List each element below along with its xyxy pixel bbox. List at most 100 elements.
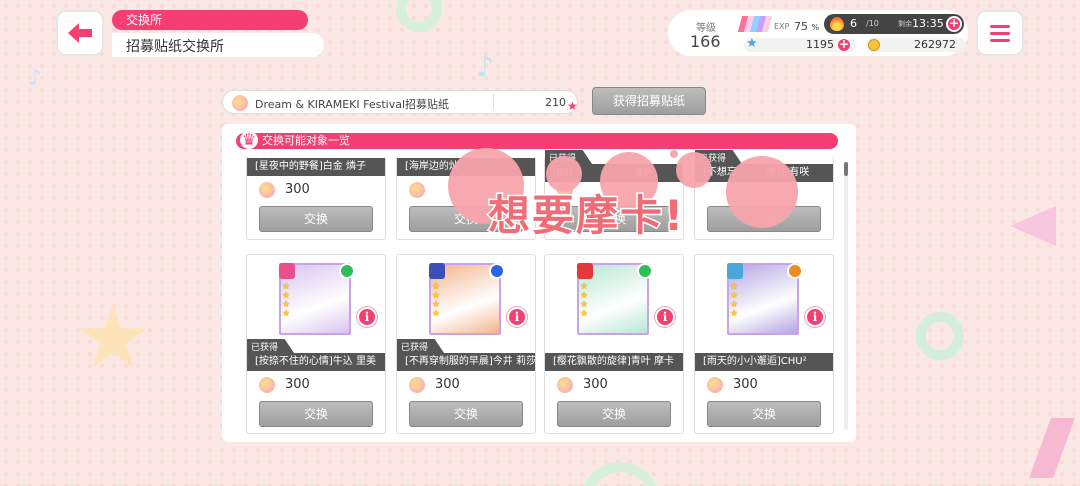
- card-name: [星夜中的野餐]白金 燐子: [247, 158, 385, 176]
- stamina-bar: 6 /10 剩余 13:35: [824, 14, 964, 34]
- stamina-timer: 13:35: [912, 17, 944, 30]
- info-icon[interactable]: i: [805, 307, 825, 327]
- star-gem-icon: ★: [746, 36, 758, 51]
- back-button[interactable]: [56, 10, 104, 56]
- list-header-label: 交换可能对象一览: [262, 134, 350, 147]
- deco-music-note: ♪: [28, 66, 43, 91]
- title-block: 交换所 招募贴纸交换所: [112, 10, 324, 57]
- attribute-icon: [787, 263, 803, 279]
- band-icon: [727, 263, 743, 279]
- band-icon: [279, 263, 295, 279]
- info-icon[interactable]: i: [655, 307, 675, 327]
- crown-icon: ♛: [240, 130, 258, 149]
- coin-counter: 262972: [866, 38, 966, 52]
- add-gems-button[interactable]: +: [836, 37, 852, 53]
- card-name: [我们 香澄: [545, 164, 683, 182]
- owned-badge: 已获得: [397, 339, 445, 353]
- card-art[interactable]: ★ ★ ★ ★: [429, 263, 505, 335]
- exchange-card[interactable]: ★ ★ ★ ★ i [樱花飘散的旋律]青叶 摩卡 300 交换: [544, 254, 684, 434]
- deco-ring: [916, 312, 964, 360]
- get-stickers-button[interactable]: 获得招募贴纸: [592, 87, 706, 115]
- player-status-panel: 等级 166 EXP 75 % 6 /10 剩余 13:35 + ★ 1195 …: [668, 10, 968, 56]
- coin-count: 262972: [914, 38, 956, 51]
- card-name: [不想忘 市谷 有咲: [695, 164, 833, 182]
- card-cost: 300: [409, 377, 460, 393]
- coin-icon: [868, 39, 880, 51]
- divider: [493, 94, 494, 110]
- card-art[interactable]: ★ ★ ★ ★: [577, 263, 653, 335]
- card-name: [雨天的小小邂逅]CHU²: [695, 353, 833, 371]
- scrollbar[interactable]: [844, 162, 848, 430]
- sticker-ticket-icon: [557, 182, 573, 198]
- exchange-button[interactable]: 交换: [409, 401, 523, 427]
- exchange-card[interactable]: 已获得 [不想忘 市谷 有咲 交换: [694, 150, 834, 240]
- exchange-card[interactable]: ★ ★ ★ ★ i 已获得 [不再穿制服的早晨]今井 莉莎 300 交换: [396, 254, 536, 434]
- remaining-label: 剩余: [898, 20, 912, 28]
- card-name: [不再穿制服的早晨]今井 莉莎: [397, 353, 535, 371]
- owned-badge: 已获得: [695, 150, 743, 164]
- card-art[interactable]: ★ ★ ★ ★: [727, 263, 803, 335]
- exchange-card[interactable]: ★ ★ ★ ★ i 已获得 [按捺不住的心情]牛込 里美 300 交换: [246, 254, 386, 434]
- exchange-button[interactable]: 交换: [259, 206, 373, 232]
- exchange-list-panel: ♛ 交换可能对象一览 [星夜中的野餐]白金 燐子 300 交换 [海岸边的灿 交…: [222, 124, 856, 442]
- attribute-icon: [339, 263, 355, 279]
- add-stamina-button[interactable]: +: [946, 16, 962, 32]
- card-cost: 300: [259, 182, 310, 198]
- sticker-ticket-icon: [409, 377, 425, 393]
- sticker-ticket-icon: [707, 377, 723, 393]
- exp-percent: 75 %: [794, 20, 820, 33]
- attribute-icon: [489, 263, 505, 279]
- attribute-icon: [637, 263, 653, 279]
- exchange-card[interactable]: [海岸边的灿 交换: [396, 156, 536, 240]
- sticker-ticket-icon: [232, 95, 248, 111]
- card-art[interactable]: ★ ★ ★ ★: [279, 263, 355, 335]
- gem-count: 1195: [806, 38, 834, 51]
- level-value: 166: [690, 32, 721, 51]
- list-header: ♛ 交换可能对象一览: [236, 130, 838, 149]
- section-tag: 交换所: [112, 10, 308, 30]
- exchange-button[interactable]: 交换: [409, 206, 523, 232]
- exp-bar-icon: [737, 16, 773, 32]
- sticker-ticket-icon: [259, 377, 275, 393]
- sticker-ticket-icon: [259, 182, 275, 198]
- ticket-count: 210: [545, 96, 566, 109]
- rarity-stars: ★ ★ ★ ★: [282, 282, 291, 319]
- band-icon: [429, 263, 445, 279]
- ticket-name: Dream & KIRAMEKI Festival招募贴纸: [255, 98, 450, 111]
- card-name: [樱花飘散的旋律]青叶 摩卡: [545, 353, 683, 371]
- sticker-ticket-icon: [557, 377, 573, 393]
- back-arrow-icon: [68, 23, 92, 43]
- info-icon[interactable]: i: [507, 307, 527, 327]
- rarity-stars: ★ ★ ★ ★: [580, 282, 589, 319]
- exchange-button[interactable]: 交换: [707, 206, 821, 232]
- card-name: [按捺不住的心情]牛込 里美: [247, 353, 385, 371]
- owned-badge: 已获得: [247, 339, 295, 353]
- card-cost: 300: [557, 377, 608, 393]
- card-cost: 300: [259, 377, 310, 393]
- stamina-current: 6: [850, 17, 857, 30]
- exchange-card[interactable]: [星夜中的野餐]白金 燐子 300 交换: [246, 156, 386, 240]
- page-title: 招募贴纸交换所: [112, 33, 324, 57]
- deco-music-note: ♪: [476, 50, 494, 83]
- stamina-max: /10: [866, 19, 879, 28]
- exchange-card[interactable]: ★ ★ ★ ★ i [雨天的小小邂逅]CHU² 300 交换: [694, 254, 834, 434]
- exchange-button[interactable]: 交换: [557, 401, 671, 427]
- sticker-ticket-icon: [409, 182, 425, 198]
- ticket-counter: Dream & KIRAMEKI Festival招募贴纸 210 ★: [222, 90, 578, 114]
- exchange-button[interactable]: 交换: [707, 401, 821, 427]
- rarity-stars: ★ ★ ★ ★: [432, 282, 441, 319]
- rarity-stars: ★ ★ ★ ★: [730, 282, 739, 319]
- card-cost: 300: [707, 377, 758, 393]
- info-icon[interactable]: i: [357, 307, 377, 327]
- exchange-button[interactable]: 交换: [557, 206, 671, 232]
- exchange-card[interactable]: 已获得 [我们 香澄 交换: [544, 150, 684, 240]
- exchange-button[interactable]: 交换: [259, 401, 373, 427]
- owned-badge: 已获得: [545, 150, 593, 164]
- exp-label: EXP: [774, 22, 790, 31]
- star-icon: ★: [567, 99, 578, 113]
- scrollbar-thumb[interactable]: [844, 162, 848, 176]
- flame-icon: [830, 17, 844, 31]
- card-name: [海岸边的灿: [397, 158, 535, 176]
- band-icon: [577, 263, 593, 279]
- menu-button[interactable]: [976, 10, 1024, 56]
